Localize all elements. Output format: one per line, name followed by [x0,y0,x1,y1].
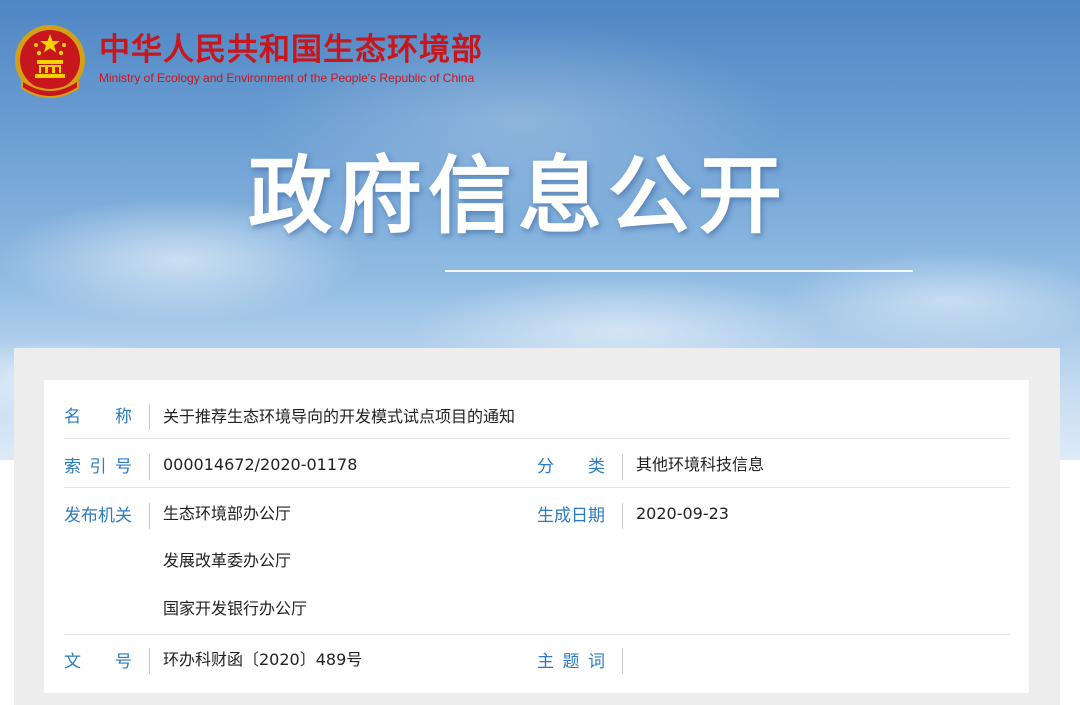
issuer-value: 发展改革委办公厅 [163,551,292,570]
row-separator [64,487,1010,488]
name-label-char: 名 [64,407,81,427]
docno-label: 文 号 [64,650,132,674]
docno-label-char: 号 [115,652,132,672]
index-value: 000014672/2020-01178 [163,455,358,474]
docno-value: 环办科财函〔2020〕489号 [163,650,363,669]
keywords-label-char: 题 [562,652,580,672]
date-label: 生成日期 [537,506,605,526]
category-label-char: 分 [537,457,554,477]
title-underline [445,270,913,272]
row-separator [64,634,1010,635]
issuer-value: 国家开发银行办公厅 [163,599,308,618]
index-label: 索 引 号 [64,455,132,479]
divider [622,454,623,480]
name-label-char: 称 [115,407,132,427]
divider [622,503,623,529]
index-label-char: 引 [89,457,107,477]
issuer-value: 生态环境部办公厅 [163,504,292,523]
category-label: 分 类 [537,455,605,479]
ministry-name-cn[interactable]: 中华人民共和国生态环境部 [99,30,483,70]
keywords-label-char: 主 [537,652,554,672]
ministry-name-en: Ministry of Ecology and Environment of t… [99,71,475,85]
row-separator [64,438,1010,439]
issuer-label: 发布机关 [64,506,132,526]
page-title: 政府信息公开 [248,147,789,245]
divider [622,648,623,674]
category-value: 其他环境科技信息 [636,455,765,474]
keywords-label-char: 词 [588,652,605,672]
category-label-char: 类 [588,457,605,477]
docno-label-char: 文 [64,652,81,672]
keywords-label: 主 题 词 [537,650,605,674]
divider [149,648,150,674]
index-label-char: 索 [64,457,81,477]
index-label-char: 号 [115,457,132,477]
divider [149,454,150,480]
date-value: 2020-09-23 [636,504,729,523]
divider [149,404,150,430]
divider [149,503,150,529]
name-value: 关于推荐生态环境导向的开发模式试点项目的通知 [163,407,516,426]
national-emblem-icon [15,25,85,98]
name-label: 名 称 [64,405,132,429]
